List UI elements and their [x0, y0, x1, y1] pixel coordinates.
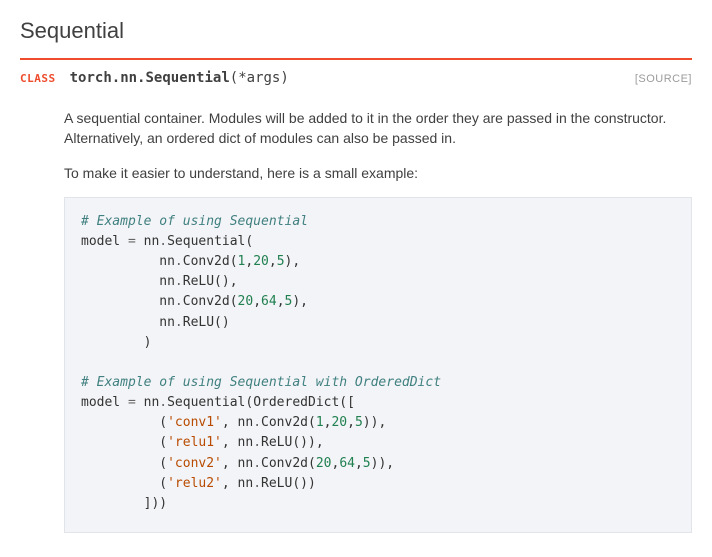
- code-number: 64: [339, 456, 355, 471]
- code-token: ,: [277, 294, 285, 309]
- code-token: ReLU()),: [261, 435, 324, 450]
- code-token: (: [81, 415, 167, 430]
- code-token: .: [175, 274, 183, 289]
- code-token: ReLU()): [261, 476, 316, 491]
- code-number: 5: [355, 415, 363, 430]
- code-token: nn: [136, 395, 159, 410]
- class-header: CLASS torch.nn.Sequential(*args) [SOURCE…: [20, 58, 692, 92]
- code-token: ])): [81, 496, 167, 511]
- code-token: , nn: [222, 456, 253, 471]
- code-token: =: [128, 234, 136, 249]
- code-token: .: [253, 456, 261, 471]
- code-comment: # Example of using Sequential with Order…: [81, 375, 441, 390]
- code-token: Conv2d(: [183, 294, 238, 309]
- code-number: 5: [277, 254, 285, 269]
- code-token: =: [128, 395, 136, 410]
- code-token: Sequential(OrderedDict([: [167, 395, 355, 410]
- class-qualname: torch.nn.Sequential: [70, 70, 230, 86]
- code-token: .: [175, 294, 183, 309]
- code-token: (: [81, 435, 167, 450]
- code-string: 'relu2': [167, 476, 222, 491]
- class-description: A sequential container. Modules will be …: [64, 108, 692, 149]
- code-token: model: [81, 234, 128, 249]
- code-number: 64: [261, 294, 277, 309]
- example-intro: To make it easier to understand, here is…: [64, 163, 692, 183]
- code-token: ): [81, 335, 151, 350]
- code-token: , nn: [222, 415, 253, 430]
- class-body: A sequential container. Modules will be …: [20, 92, 692, 533]
- source-link[interactable]: [SOURCE]: [635, 73, 692, 85]
- code-token: nn: [81, 274, 175, 289]
- code-token: ,: [269, 254, 277, 269]
- code-token: ),: [292, 294, 308, 309]
- code-token: Conv2d(: [261, 456, 316, 471]
- code-token: , nn: [222, 476, 253, 491]
- code-example: # Example of using Sequential model = nn…: [64, 197, 692, 533]
- code-token: nn: [136, 234, 159, 249]
- code-token: nn: [81, 254, 175, 269]
- code-token: Conv2d(: [183, 254, 238, 269]
- code-token: ,: [253, 294, 261, 309]
- class-args: (*args): [230, 70, 289, 86]
- code-string: 'relu1': [167, 435, 222, 450]
- code-token: .: [159, 234, 167, 249]
- code-token: ReLU(),: [183, 274, 238, 289]
- code-token: )),: [371, 456, 394, 471]
- code-number: 20: [331, 415, 347, 430]
- class-keyword: CLASS: [20, 72, 56, 85]
- code-token: (: [81, 456, 167, 471]
- code-number: 20: [238, 294, 254, 309]
- code-token: .: [253, 415, 261, 430]
- class-signature: torch.nn.Sequential(*args): [70, 70, 289, 86]
- code-token: .: [253, 435, 261, 450]
- code-token: ),: [285, 254, 301, 269]
- code-token: , nn: [222, 435, 253, 450]
- code-token: .: [175, 315, 183, 330]
- code-number: 5: [363, 456, 371, 471]
- code-token: (: [81, 476, 167, 491]
- code-token: )),: [363, 415, 386, 430]
- code-token: ,: [347, 415, 355, 430]
- code-number: 1: [316, 415, 324, 430]
- code-string: 'conv1': [167, 415, 222, 430]
- code-token: nn: [81, 315, 175, 330]
- code-token: .: [159, 395, 167, 410]
- code-token: .: [175, 254, 183, 269]
- section-title: Sequential: [20, 18, 692, 44]
- code-token: model: [81, 395, 128, 410]
- code-token: nn: [81, 294, 175, 309]
- code-number: 20: [316, 456, 332, 471]
- code-token: ,: [355, 456, 363, 471]
- code-string: 'conv2': [167, 456, 222, 471]
- code-token: Conv2d(: [261, 415, 316, 430]
- code-token: Sequential(: [167, 234, 253, 249]
- code-comment: # Example of using Sequential: [81, 214, 308, 229]
- code-token: .: [253, 476, 261, 491]
- class-header-left: CLASS torch.nn.Sequential(*args): [20, 70, 289, 86]
- code-number: 20: [253, 254, 269, 269]
- code-token: ReLU(): [183, 315, 230, 330]
